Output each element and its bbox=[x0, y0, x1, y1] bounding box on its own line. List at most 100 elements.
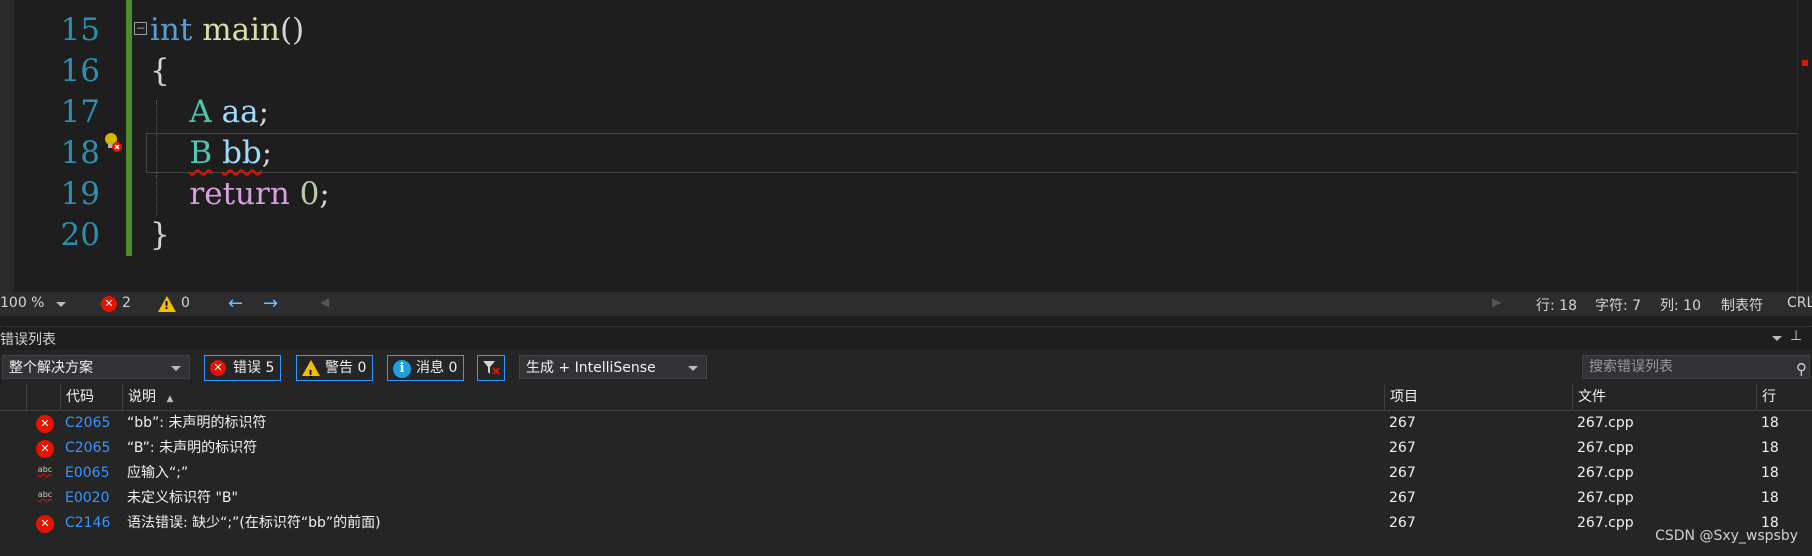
warning-count[interactable]: 0 bbox=[181, 295, 190, 311]
error-code-link[interactable]: C2065 bbox=[65, 411, 110, 436]
header-icon-column[interactable] bbox=[26, 384, 62, 410]
header-description-label: 说明 bbox=[128, 389, 156, 405]
zoom-level[interactable]: 100 % bbox=[0, 295, 44, 311]
code-token: ; bbox=[319, 176, 330, 212]
warnings-filter-button[interactable]: ! 警告 0 bbox=[296, 355, 374, 381]
error-count[interactable]: 2 bbox=[122, 295, 131, 311]
filter-icon bbox=[483, 361, 500, 375]
code-line[interactable]: } bbox=[150, 215, 170, 255]
document-filter-button[interactable] bbox=[477, 355, 505, 381]
error-description: 应输入“;” bbox=[127, 465, 189, 481]
error-line: 18 bbox=[1761, 490, 1779, 506]
header-code[interactable]: 代码 bbox=[60, 384, 124, 410]
error-code-link[interactable]: E0065 bbox=[65, 461, 109, 486]
table-row[interactable]: abc E0065 应输入“;” 267 267.cpp 18 bbox=[0, 461, 1812, 486]
line-number: 16 bbox=[60, 53, 100, 89]
code-editor[interactable]: − 15 int main() 16 {17 A aa; 18 B bb; 19 retu… bbox=[0, 0, 1812, 292]
error-marker[interactable] bbox=[1802, 60, 1808, 66]
navigate-forward-icon[interactable]: → bbox=[263, 293, 278, 314]
warning-count-icon[interactable]: ! bbox=[158, 296, 176, 312]
zoom-dropdown-icon[interactable] bbox=[56, 302, 66, 307]
table-row[interactable]: ✕ C2065 “bb”: 未声明的标识符 267 267.cpp 18 bbox=[0, 411, 1812, 436]
header-line[interactable]: 行 bbox=[1756, 384, 1812, 410]
code-token: { bbox=[150, 53, 170, 89]
build-filter-value: 生成 + IntelliSense bbox=[526, 360, 656, 376]
error-project: 267 bbox=[1389, 490, 1416, 506]
error-icon: ✕ bbox=[36, 440, 54, 458]
navigate-back-icon[interactable]: ← bbox=[228, 293, 243, 314]
indent-mode[interactable]: 制表符 bbox=[1721, 295, 1763, 315]
error-icon: ✕ bbox=[210, 360, 226, 376]
table-row[interactable]: ✕ C2146 语法错误: 缺少“;”(在标识符“bb”的前面) 267 267.cpp… bbox=[0, 511, 1812, 536]
table-row[interactable]: ✕ C2065 “B”: 未声明的标识符 267 267.cpp 18 bbox=[0, 436, 1812, 461]
error-description: 语法错误: 缺少“;”(在标识符“bb”的前面) bbox=[127, 515, 381, 531]
error-list-titlebar: 错误列表 ⊥ bbox=[0, 326, 1812, 349]
sort-ascending-icon: ▲ bbox=[166, 394, 174, 404]
header-description[interactable]: 说明 ▲ bbox=[122, 384, 1386, 410]
current-line-highlight bbox=[146, 133, 1810, 173]
error-list-grid: 代码 说明 ▲ 项目 文件 行 ✕ C2065 “bb”: 未声明的标识符 267 26… bbox=[0, 384, 1812, 556]
lightbulb-error-icon[interactable] bbox=[103, 132, 123, 154]
code-token: int bbox=[150, 12, 193, 48]
info-icon: i bbox=[393, 360, 411, 378]
error-code-link[interactable]: C2146 bbox=[65, 511, 110, 536]
watermark: CSDN @Sxy_wspsby bbox=[1655, 528, 1798, 544]
change-tracking-bar bbox=[126, 0, 132, 256]
build-filter-dropdown[interactable]: 生成 + IntelliSense bbox=[519, 355, 707, 379]
error-icon: ✕ bbox=[36, 515, 54, 533]
line-number: 19 bbox=[60, 176, 100, 212]
error-file: 267.cpp bbox=[1577, 490, 1634, 506]
error-code-link[interactable]: E0020 bbox=[65, 486, 109, 511]
code-token: bb bbox=[222, 135, 262, 171]
line-number: 15 bbox=[60, 12, 100, 48]
search-placeholder: 搜索错误列表 bbox=[1589, 359, 1673, 375]
code-token: } bbox=[150, 217, 170, 253]
error-project: 267 bbox=[1389, 440, 1416, 456]
error-file: 267.cpp bbox=[1577, 515, 1634, 531]
vertical-scrollbar[interactable] bbox=[1797, 0, 1812, 292]
code-token: A bbox=[189, 94, 212, 130]
search-error-list-input[interactable]: 搜索错误列表 ⚲ bbox=[1582, 355, 1810, 379]
code-token: B bbox=[189, 135, 213, 171]
pin-icon[interactable]: ⊥ bbox=[1790, 328, 1802, 344]
header-file[interactable]: 文件 bbox=[1572, 384, 1758, 410]
collapse-toggle-icon[interactable]: − bbox=[134, 22, 147, 35]
table-row[interactable]: abc E0020 未定义标识符 "B" 267 267.cpp 18 bbox=[0, 486, 1812, 511]
code-token: return bbox=[189, 176, 290, 212]
error-line: 18 bbox=[1761, 465, 1779, 481]
scope-dropdown[interactable]: 整个解决方案 bbox=[2, 355, 190, 379]
error-icon: ✕ bbox=[36, 415, 54, 433]
code-line[interactable]: return 0; bbox=[150, 174, 330, 214]
header-project[interactable]: 项目 bbox=[1384, 384, 1574, 410]
chevron-down-icon bbox=[688, 366, 698, 371]
code-line[interactable]: B bb; bbox=[150, 133, 272, 173]
line-ending[interactable]: CRL bbox=[1787, 295, 1812, 311]
code-token: aa bbox=[221, 94, 259, 130]
warnings-filter-label: 警告 0 bbox=[325, 360, 367, 376]
error-project: 267 bbox=[1389, 465, 1416, 481]
error-line: 18 bbox=[1761, 415, 1779, 431]
error-code-link[interactable]: C2065 bbox=[65, 436, 110, 461]
panel-menu-icon[interactable] bbox=[1772, 336, 1782, 341]
errors-filter-label: 错误 5 bbox=[233, 360, 275, 376]
messages-filter-label: 消息 0 bbox=[416, 360, 458, 376]
code-line[interactable]: { bbox=[150, 51, 170, 91]
editor-margin bbox=[0, 0, 14, 292]
error-project: 267 bbox=[1389, 415, 1416, 431]
hscroll-right-icon[interactable]: ▶ bbox=[1492, 295, 1501, 309]
cursor-col: 列: 10 bbox=[1660, 298, 1701, 314]
error-description: “B”: 未声明的标识符 bbox=[127, 440, 258, 456]
errors-filter-button[interactable]: ✕ 错误 5 bbox=[204, 355, 282, 381]
error-count-icon[interactable]: ✕ bbox=[101, 296, 117, 312]
error-file: 267.cpp bbox=[1577, 440, 1634, 456]
hscroll-left-icon[interactable]: ◀ bbox=[320, 295, 329, 309]
grid-header: 代码 说明 ▲ 项目 文件 行 bbox=[0, 384, 1812, 411]
code-line[interactable]: A aa; bbox=[150, 92, 269, 132]
error-file: 267.cpp bbox=[1577, 465, 1634, 481]
code-token: ; bbox=[258, 94, 270, 130]
code-line[interactable]: int main() bbox=[150, 10, 304, 50]
messages-filter-button[interactable]: i 消息 0 bbox=[387, 355, 465, 381]
